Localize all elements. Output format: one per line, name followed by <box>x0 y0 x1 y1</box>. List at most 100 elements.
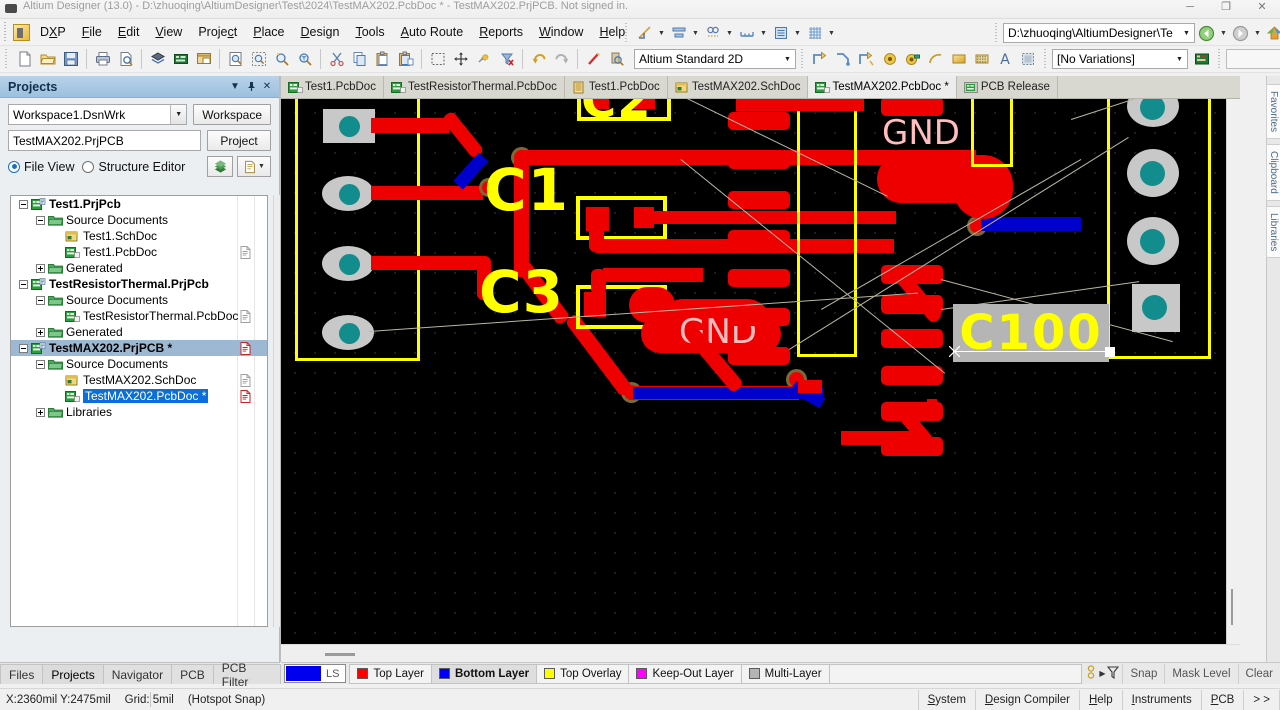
dxp-icon[interactable] <box>13 23 30 41</box>
tree-item-source-documents[interactable]: Source Documents <box>11 356 267 372</box>
browse-components-icon[interactable] <box>605 48 628 70</box>
place-room-icon[interactable] <box>1016 48 1039 70</box>
project-field[interactable]: TestMAX202.PrjPCB <box>8 130 201 151</box>
menu-item-reports[interactable]: Reports <box>471 21 531 43</box>
dock-tab-clipboard[interactable]: Clipboard <box>1266 144 1280 201</box>
tree-item-testmax202-pcbdoc[interactable]: TestMAX202.PcbDoc * <box>11 388 267 404</box>
document-tab-5[interactable]: PCB Release <box>957 76 1058 98</box>
redo-icon[interactable] <box>550 48 573 70</box>
tree-expander-minus[interactable] <box>19 199 28 209</box>
filter-icon[interactable] <box>1107 665 1120 682</box>
document-tab-4[interactable]: TestMAX202.PcbDoc * <box>808 76 957 98</box>
selection-cross-handle[interactable] <box>948 345 961 358</box>
chevron-down-icon[interactable]: ▼ <box>792 22 803 44</box>
layer-tab-keep-out-layer[interactable]: Keep-Out Layer <box>628 663 742 684</box>
menu-grip[interactable] <box>2 22 11 42</box>
menu-item-view[interactable]: View <box>147 21 190 43</box>
canvas-vertical-scrollbar[interactable] <box>1226 99 1240 644</box>
chevron-right-icon[interactable]: ▶ <box>1099 669 1105 678</box>
zoom-document-icon[interactable] <box>224 48 247 70</box>
tree-item-testresistorthermal-pcbdoc[interactable]: TestResistorThermal.PcbDoc <box>11 308 267 324</box>
align-icon[interactable] <box>667 22 690 44</box>
layer-tab-bottom-layer[interactable]: Bottom Layer <box>430 663 538 684</box>
copy-icon[interactable] <box>348 48 371 70</box>
path-combo[interactable]: D:\zhuoqing\AltiumDesigner\Te ▼ <box>1003 23 1195 43</box>
menu-item-file[interactable]: File <box>74 21 110 43</box>
nav-grip[interactable] <box>993 22 1000 44</box>
pcb-canvas[interactable]: GND GND C2 C1 C3 C100 <box>281 99 1226 644</box>
selection-handle[interactable] <box>1105 347 1115 357</box>
scrollbar-thumb[interactable] <box>1231 589 1233 625</box>
project-options-icon[interactable]: ▼ <box>237 156 271 177</box>
place-via-icon[interactable] <box>878 48 901 70</box>
panel-vertical-scrollbar[interactable] <box>273 195 280 627</box>
zoom-filter-icon[interactable] <box>293 48 316 70</box>
menu-item-place[interactable]: Place <box>245 21 292 43</box>
zoom-area-icon[interactable] <box>247 48 270 70</box>
navigate-forward-icon[interactable] <box>1229 22 1252 44</box>
panel-tab-pcb-filter[interactable]: PCB Filter <box>212 661 281 689</box>
tree-item-source-documents[interactable]: Source Documents <box>11 292 267 308</box>
place-string-icon[interactable]: A <box>993 48 1016 70</box>
toolbar-grip-3[interactable] <box>1042 48 1049 70</box>
zoom-selected-icon[interactable] <box>270 48 293 70</box>
layer-tab-top-layer[interactable]: Top Layer <box>349 663 432 684</box>
status-button-design-compiler[interactable]: Design Compiler <box>974 689 1079 710</box>
menu-item-edit[interactable]: Edit <box>110 21 148 43</box>
chevron-down-icon[interactable]: ▼ <box>826 22 837 44</box>
close-icon[interactable]: ✕ <box>259 79 275 95</box>
tree-item-source-documents[interactable]: Source Documents <box>11 212 267 228</box>
chevron-down-icon[interactable]: ▼ <box>780 50 795 68</box>
workspace-button[interactable]: Workspace <box>193 104 271 125</box>
place-track-icon[interactable] <box>809 48 832 70</box>
project-button[interactable]: Project <box>207 130 271 151</box>
place-arc-icon[interactable] <box>924 48 947 70</box>
measure-icon[interactable] <box>633 22 656 44</box>
menu-item-tools[interactable]: Tools <box>347 21 392 43</box>
panel-tab-navigator[interactable]: Navigator <box>102 664 173 684</box>
selected-string-c100[interactable]: C100 <box>953 304 1109 362</box>
cut-icon[interactable] <box>325 48 348 70</box>
deselect-icon[interactable] <box>472 48 495 70</box>
dock-tab-favorites[interactable]: Favorites <box>1266 84 1280 140</box>
home-icon[interactable] <box>1263 22 1280 44</box>
tree-expander-minus[interactable] <box>36 215 45 225</box>
utilities-grip[interactable] <box>623 22 630 44</box>
empty-combo[interactable]: ▼ <box>1226 49 1280 69</box>
chevron-down-icon[interactable]: ▼ <box>170 105 187 124</box>
chevron-down-icon[interactable]: ▼ <box>690 22 701 44</box>
toolbar-grip-4[interactable] <box>1216 48 1223 70</box>
scrollbar-thumb[interactable] <box>325 653 355 656</box>
tree-item-generated[interactable]: Generated <box>11 260 267 276</box>
panel-tab-pcb[interactable]: PCB <box>171 664 214 684</box>
ruler-icon[interactable] <box>735 22 758 44</box>
open-pcb-icon[interactable] <box>146 48 169 70</box>
board-variant-icon[interactable] <box>1190 48 1213 70</box>
project-tree[interactable]: Test1.PrjPcb Source Documents Test1.SchDoc… <box>10 195 268 627</box>
place-polygon-icon[interactable] <box>970 48 993 70</box>
layer-tab-top-overlay[interactable]: Top Overlay <box>536 663 630 684</box>
tree-item-test1-prjpcb[interactable]: Test1.PrjPcb <box>11 196 267 212</box>
move-icon[interactable] <box>449 48 472 70</box>
status-button-instruments[interactable]: Instruments <box>1121 689 1201 710</box>
menu-item-dxp[interactable]: DXP <box>32 21 74 43</box>
layer-tab-multi-layer[interactable]: Multi-Layer <box>740 663 830 684</box>
file-view-radio[interactable]: File View <box>8 160 74 174</box>
save-icon[interactable] <box>59 48 82 70</box>
maximize-button[interactable]: ❐ <box>1208 0 1244 16</box>
chevron-down-icon[interactable]: ▼ <box>1172 50 1187 68</box>
tree-expander-minus[interactable] <box>19 343 28 353</box>
grid-icon[interactable] <box>803 22 826 44</box>
layer-button-clear[interactable]: Clear <box>1237 663 1280 684</box>
paste-icon[interactable] <box>371 48 394 70</box>
document-tab-2[interactable]: Test1.PcbDoc <box>565 76 668 98</box>
undo-icon[interactable] <box>527 48 550 70</box>
structure-editor-radio[interactable]: Structure Editor <box>82 160 185 174</box>
tile-windows-icon[interactable] <box>192 48 215 70</box>
menu-item-window[interactable]: Window <box>531 21 591 43</box>
tree-expander-minus[interactable] <box>36 295 45 305</box>
place-pad-icon[interactable] <box>901 48 924 70</box>
close-button[interactable]: ✕ <box>1244 0 1280 16</box>
expand-panels-button[interactable]: > > <box>1243 689 1280 710</box>
panel-tab-projects[interactable]: Projects <box>42 664 104 684</box>
